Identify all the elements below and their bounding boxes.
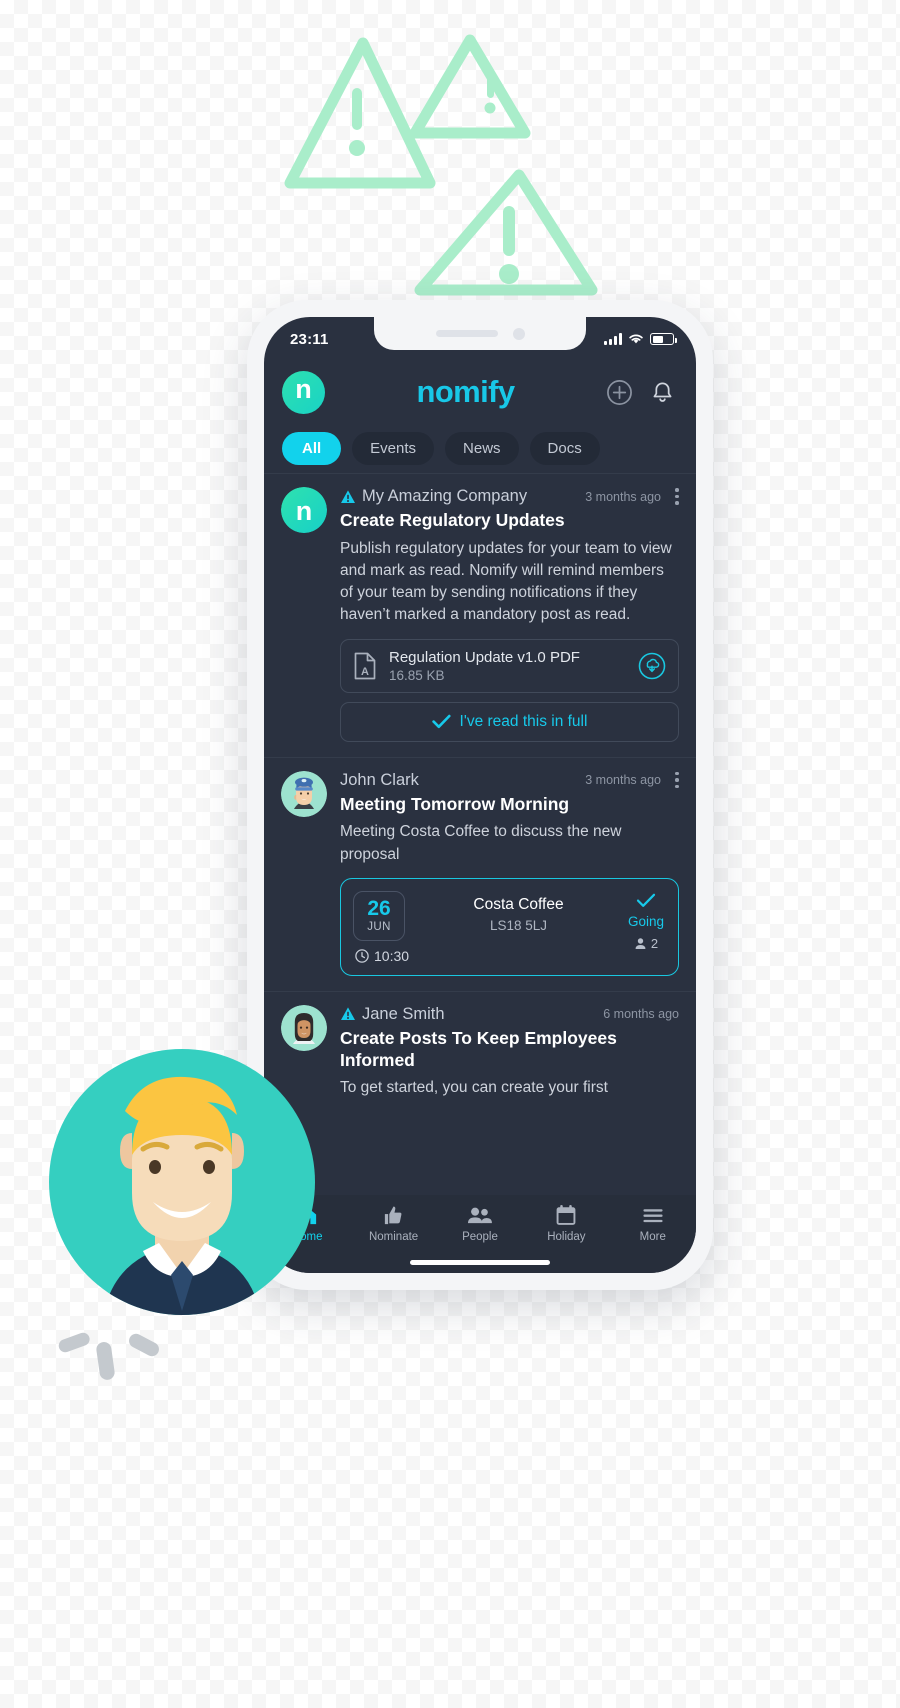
check-icon [636, 893, 656, 907]
nav-label-holiday: Holiday [547, 1231, 586, 1243]
post-menu-icon[interactable] [675, 488, 679, 505]
post-timestamp: 3 months ago [585, 489, 661, 504]
event-attendee-count: 2 [650, 935, 659, 951]
post-author: John Clark [340, 770, 419, 789]
event-date-badge: 26 JUN [353, 890, 405, 941]
filter-chip-docs[interactable]: Docs [529, 431, 600, 465]
bottom-navigation: Home Nominate People Holiday More [264, 1195, 696, 1273]
download-cloud-icon[interactable] [638, 652, 666, 680]
post-text: Publish regulatory updates for your team… [340, 539, 672, 624]
post-header: My Amazing Company 3 months ago [340, 487, 679, 506]
post-feed[interactable]: n My Amazing Company 3 months ago Create… [264, 473, 696, 1195]
post-header: John Clark 3 months ago [340, 771, 679, 790]
earpiece-speaker [435, 330, 498, 337]
app-header: n nomify [264, 361, 696, 423]
svg-text:A: A [361, 666, 369, 678]
post-menu-icon[interactable] [675, 771, 679, 789]
post-card[interactable]: Jane Smith 6 months ago Create Posts To … [264, 990, 696, 1115]
event-time-row: 10:30 [353, 948, 409, 964]
pdf-file-icon: A [354, 652, 376, 679]
event-day: 26 [367, 897, 391, 921]
event-rsvp-label: Going [627, 913, 664, 929]
mandatory-warning-icon [341, 489, 355, 503]
status-time: 23:11 [290, 330, 329, 348]
event-time: 10:30 [374, 947, 410, 964]
post-title: Create Regulatory Updates [340, 510, 565, 530]
nav-item-nominate[interactable]: Nominate [350, 1204, 436, 1243]
post-card[interactable]: John Clark 3 months ago Meeting Tomorrow… [264, 756, 696, 991]
home-indicator [410, 1260, 550, 1265]
post-author: Jane Smith [362, 1004, 445, 1023]
battery-icon [650, 333, 677, 345]
motion-dust-decoration [58, 1332, 159, 1380]
event-month: JUN [367, 921, 391, 934]
svg-text:n: n [296, 496, 313, 526]
event-location: Costa Coffee LS18 5LJ [421, 891, 616, 933]
nav-label-more: More [639, 1231, 666, 1243]
attachment-size: 16.85 KB [389, 667, 445, 683]
post-header: Jane Smith 6 months ago [340, 1005, 679, 1024]
nav-item-more[interactable]: More [610, 1204, 696, 1243]
avatar: n [281, 487, 327, 533]
post-timestamp: 6 months ago [603, 1007, 679, 1022]
thumbs-up-icon [384, 1206, 402, 1225]
phone-screen: 23:11 n nomify All Events News Docs n My… [264, 317, 696, 1273]
avatar [281, 1004, 327, 1051]
nav-item-people[interactable]: People [437, 1204, 523, 1243]
event-attendees: 2 [628, 936, 664, 951]
post-text: To get started, you can create your firs… [340, 1079, 608, 1097]
post-text: Meeting Costa Coffee to discuss the new … [340, 823, 622, 863]
attachment-row[interactable]: A Regulation Update v1.0 PDF 16.85 KB [340, 638, 679, 693]
hamburger-icon [643, 1209, 663, 1223]
mark-as-read-button[interactable]: I've read this in full [340, 701, 679, 742]
post-title: Create Posts To Keep Employees Informed [340, 1027, 617, 1070]
character-illustration [49, 1049, 315, 1315]
post-content: John Clark 3 months ago Meeting Tomorrow… [340, 771, 679, 976]
mark-as-read-label: I've read this in full [459, 712, 588, 730]
brand-avatar[interactable]: n [282, 370, 325, 414]
nav-item-holiday[interactable]: Holiday [523, 1204, 609, 1243]
event-card[interactable]: 26 JUN 10:30 Costa Coffee LS18 5LJ Going… [340, 877, 679, 976]
people-icon [468, 1207, 493, 1224]
user-avatar-john-clark [281, 770, 327, 817]
post-card[interactable]: n My Amazing Company 3 months ago Create… [264, 473, 696, 757]
avatar [281, 770, 327, 817]
company-avatar-icon: n [281, 487, 327, 533]
wifi-icon [629, 334, 643, 344]
filter-chip-all[interactable]: All [282, 431, 342, 465]
signal-bars-icon [604, 333, 622, 345]
user-avatar-jane-smith [281, 1004, 327, 1051]
post-content: My Amazing Company 3 months ago Create R… [340, 487, 679, 742]
clock-icon [355, 948, 369, 963]
page-title: nomify [416, 374, 515, 409]
front-camera [512, 327, 525, 340]
plus-circle-icon[interactable] [606, 379, 633, 406]
status-indicators [604, 333, 677, 345]
check-icon [431, 714, 451, 729]
attachment-meta: Regulation Update v1.0 PDF 16.85 KB [389, 649, 626, 683]
post-timestamp: 3 months ago [585, 773, 661, 787]
phone-notch [374, 317, 586, 350]
attachment-name: Regulation Update v1.0 PDF [389, 648, 580, 666]
event-rsvp[interactable]: Going 2 [628, 891, 664, 951]
event-place: Costa Coffee [473, 895, 564, 913]
header-actions [606, 379, 676, 406]
nav-label-people: People [462, 1231, 498, 1243]
event-address: LS18 5LJ [489, 917, 548, 933]
mandatory-warning-icon [341, 1007, 355, 1021]
bell-icon[interactable] [649, 379, 676, 406]
calendar-icon [556, 1204, 576, 1225]
post-author: My Amazing Company [362, 487, 528, 505]
nav-label-nominate: Nominate [368, 1231, 419, 1243]
filter-chips: All Events News Docs [264, 423, 696, 473]
person-icon [635, 937, 646, 949]
event-date-column: 26 JUN 10:30 [353, 890, 409, 964]
post-content: Jane Smith 6 months ago Create Posts To … [340, 1005, 679, 1100]
post-title: Meeting Tomorrow Morning [340, 793, 570, 814]
filter-chip-news[interactable]: News [445, 431, 519, 465]
filter-chip-events[interactable]: Events [352, 431, 435, 465]
